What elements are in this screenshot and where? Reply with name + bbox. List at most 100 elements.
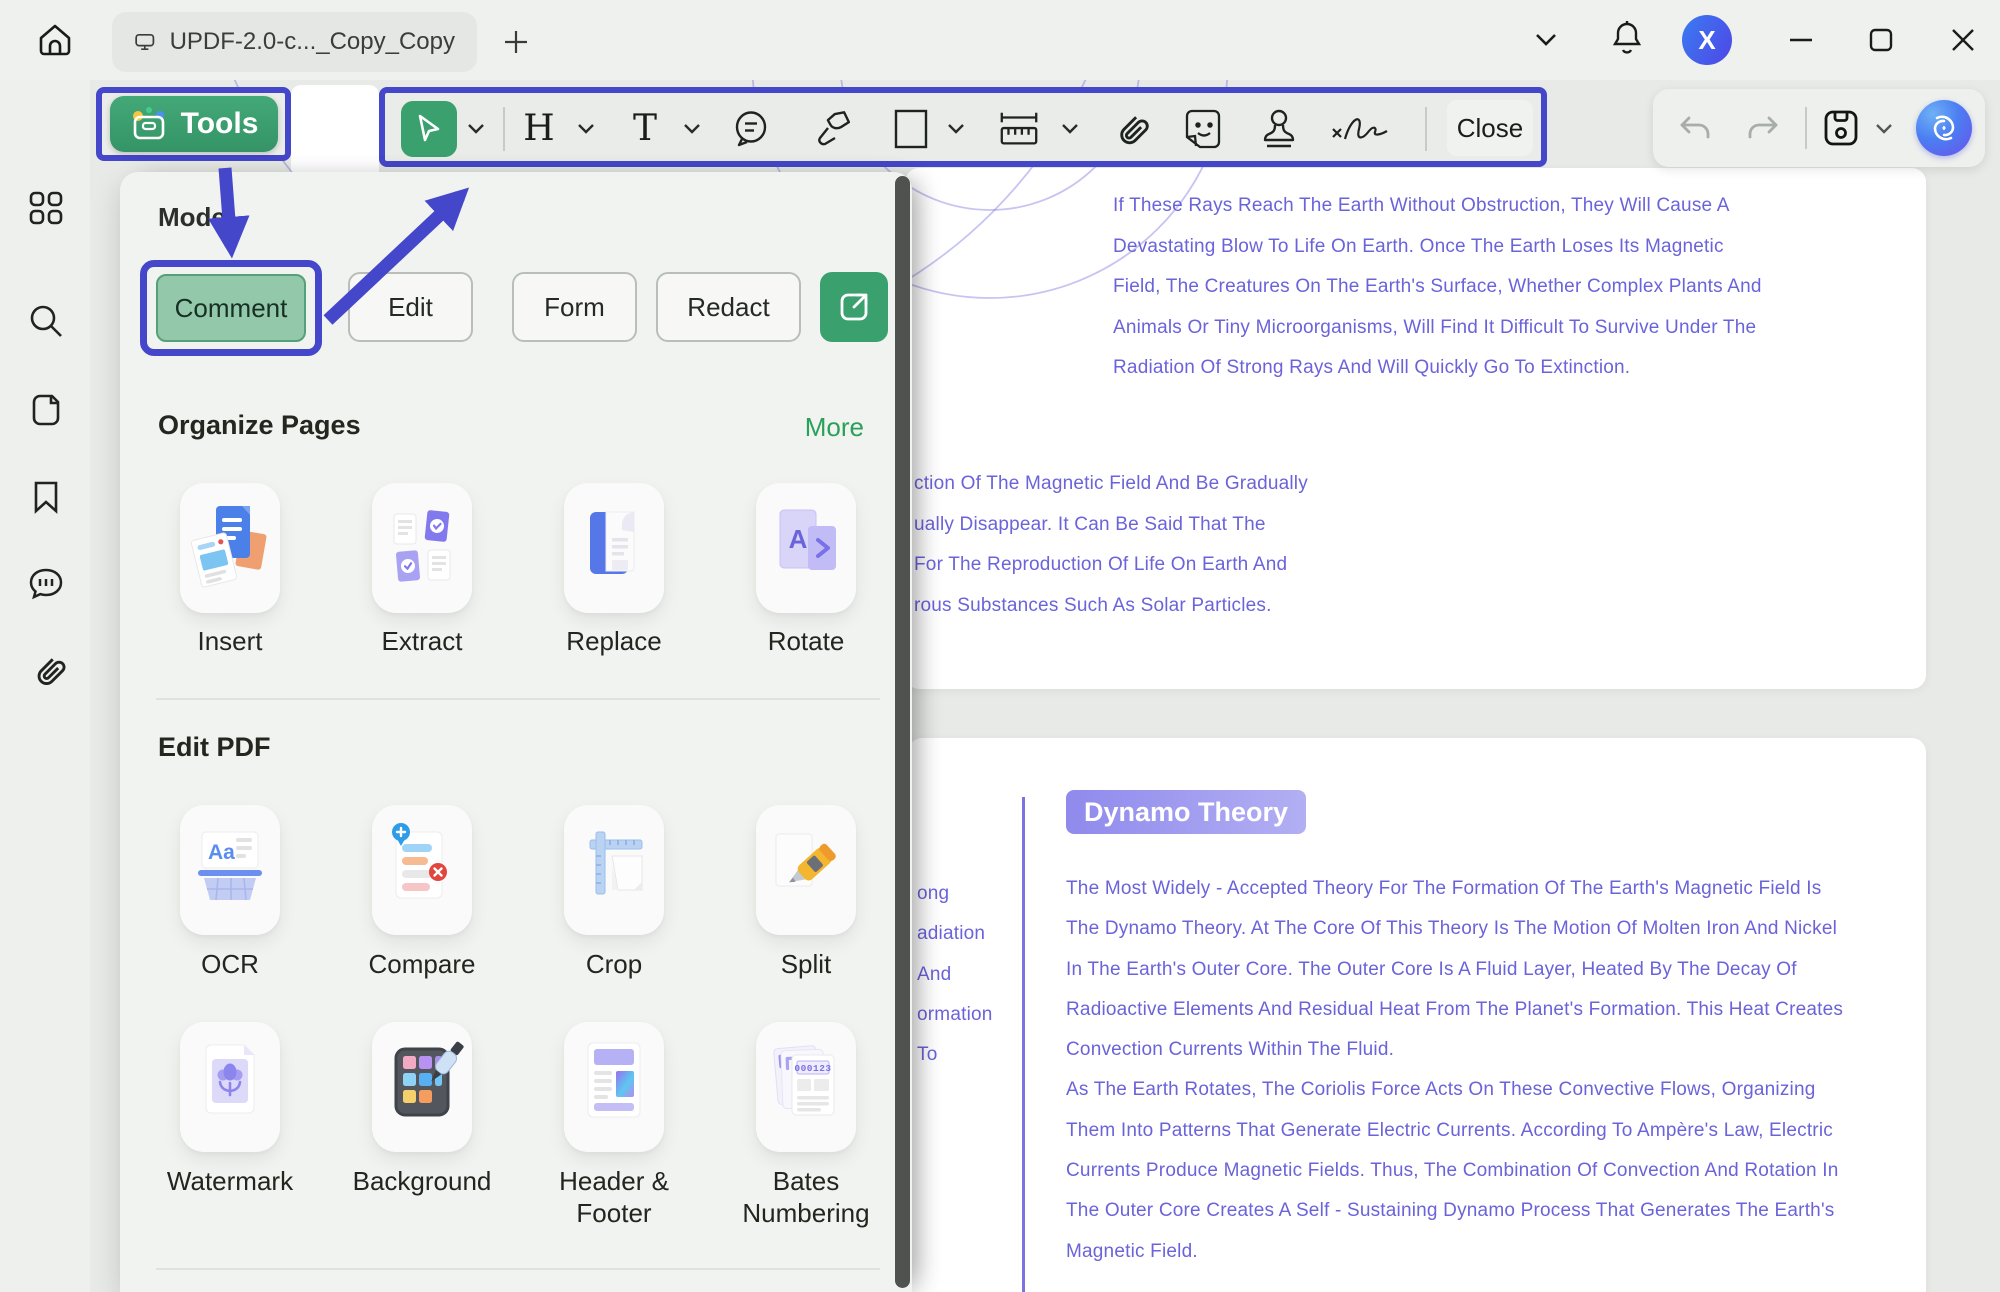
panel-section-divider bbox=[156, 698, 880, 700]
thumbnails-grid-icon[interactable] bbox=[23, 185, 69, 231]
signature-icon bbox=[1329, 107, 1393, 151]
minimize-icon bbox=[1787, 28, 1815, 52]
background-tile[interactable] bbox=[372, 1022, 472, 1152]
compare-icon bbox=[380, 820, 464, 920]
window-close-button[interactable] bbox=[1948, 26, 1978, 54]
pencil-marker-tool[interactable] bbox=[809, 107, 853, 151]
text-tool-chevron-icon[interactable] bbox=[683, 123, 701, 135]
text-comment-tool[interactable]: T bbox=[623, 107, 667, 151]
tabs-dropdown-button[interactable] bbox=[1532, 28, 1560, 52]
attachment-paperclip-icon[interactable] bbox=[23, 650, 69, 696]
home-icon bbox=[33, 18, 77, 62]
split-tile[interactable] bbox=[756, 805, 856, 935]
redo-button[interactable] bbox=[1743, 108, 1783, 148]
save-button[interactable] bbox=[1821, 108, 1861, 148]
replace-pages-tile[interactable] bbox=[564, 483, 664, 613]
mode-comment-label: Comment bbox=[175, 293, 288, 324]
ai-assistant-button[interactable] bbox=[1916, 100, 1972, 156]
bookmark-icon[interactable] bbox=[23, 474, 69, 520]
watermark-tile[interactable] bbox=[180, 1022, 280, 1152]
crop-tile[interactable] bbox=[564, 805, 664, 935]
page2-line: Magnetic Field. bbox=[1066, 1232, 1876, 1272]
maximize-icon bbox=[1867, 26, 1895, 54]
page2-clipped-column: ong adiation And ormation To bbox=[917, 874, 1037, 1075]
cursor-arrow-icon bbox=[414, 113, 444, 145]
page1-line: Field, The Creatures On The Earth's Surf… bbox=[1113, 267, 1893, 308]
background-label: Background bbox=[327, 1165, 517, 1197]
highlight-tool-chevron-icon[interactable] bbox=[577, 123, 595, 135]
page1-clipped-paragraph: ction Of The Magnetic Field And Be Gradu… bbox=[914, 464, 1614, 626]
mode-comment-button[interactable]: Comment bbox=[156, 274, 306, 342]
replace-icon bbox=[572, 498, 656, 598]
page1-line: Radiation Of Strong Rays And Will Quickl… bbox=[1113, 348, 1893, 389]
toolbar-divider bbox=[1425, 107, 1427, 151]
share-export-icon bbox=[837, 290, 871, 324]
mode-form-label: Form bbox=[544, 292, 605, 323]
header-footer-tile[interactable] bbox=[564, 1022, 664, 1152]
comments-bubble-icon[interactable] bbox=[23, 561, 69, 607]
mode-edit-button[interactable]: Edit bbox=[348, 272, 473, 342]
comment-mode-highlight-box: Comment bbox=[140, 260, 322, 356]
rotate-pages-tile[interactable]: A bbox=[756, 483, 856, 613]
save-floppy-icon bbox=[1821, 107, 1861, 149]
window-minimize-button[interactable] bbox=[1786, 28, 1816, 52]
tools-button-label: Tools bbox=[181, 107, 259, 141]
page2-line: Radioactive Elements And Residual Heat F… bbox=[1066, 990, 1876, 1030]
tools-highlight-box: Tools bbox=[96, 87, 291, 161]
quick-actions-toolbar bbox=[1653, 89, 1985, 167]
measure-tool[interactable] bbox=[997, 107, 1041, 151]
tools-button[interactable]: Tools bbox=[110, 96, 278, 152]
mini-toolbar-divider bbox=[1805, 107, 1807, 149]
cursor-tool-chevron-icon[interactable] bbox=[467, 123, 485, 135]
page2-clipped-line: ormation bbox=[917, 995, 1037, 1035]
select-cursor-tool[interactable] bbox=[401, 101, 457, 157]
panel-scrollbar-thumb[interactable] bbox=[895, 176, 910, 1288]
sticky-note-tool[interactable] bbox=[729, 107, 773, 151]
extract-pages-tile[interactable] bbox=[372, 483, 472, 613]
header-footer-label: Header & Footer bbox=[519, 1165, 709, 1229]
rectangle-shape-tool[interactable] bbox=[889, 107, 933, 151]
ocr-tile[interactable]: Aa bbox=[180, 805, 280, 935]
open-in-new-window-button[interactable] bbox=[820, 272, 888, 342]
close-toolbar-button[interactable]: Close bbox=[1447, 100, 1533, 156]
attach-file-tool[interactable] bbox=[1107, 107, 1151, 151]
background-icon bbox=[380, 1037, 464, 1137]
page2-line: Currents Produce Magnetic Fields. Thus, … bbox=[1066, 1151, 1876, 1191]
window-maximize-button[interactable] bbox=[1866, 26, 1896, 54]
crop-label: Crop bbox=[519, 948, 709, 980]
stamp-tool[interactable] bbox=[1257, 107, 1301, 151]
notifications-button[interactable] bbox=[1610, 18, 1644, 60]
highlight-text-tool[interactable]: H bbox=[517, 107, 561, 151]
measure-tool-chevron-icon[interactable] bbox=[1061, 123, 1079, 135]
page2-clipped-line: To bbox=[917, 1035, 1037, 1075]
home-button[interactable] bbox=[30, 16, 80, 64]
ocr-label: OCR bbox=[135, 948, 325, 980]
page2-clipped-line: And bbox=[917, 955, 1037, 995]
insert-pages-tile[interactable] bbox=[180, 483, 280, 613]
new-tab-button[interactable] bbox=[498, 26, 534, 58]
signature-tool[interactable] bbox=[1329, 107, 1393, 151]
search-icon[interactable] bbox=[23, 298, 69, 344]
save-options-chevron-icon[interactable] bbox=[1875, 123, 1893, 135]
pages-document-icon[interactable] bbox=[23, 387, 69, 433]
header-footer-icon bbox=[572, 1037, 656, 1137]
sticker-tool[interactable] bbox=[1181, 107, 1225, 151]
extract-label: Extract bbox=[327, 625, 517, 657]
page1-line: Devastating Blow To Life On Earth. Once … bbox=[1113, 227, 1893, 268]
undo-button[interactable] bbox=[1675, 108, 1715, 148]
account-avatar[interactable]: X bbox=[1682, 15, 1732, 65]
page1-line: If These Rays Reach The Earth Without Ob… bbox=[1113, 186, 1893, 227]
stamp-icon bbox=[1258, 107, 1300, 151]
highlight-h-glyph: H bbox=[523, 111, 554, 147]
split-icon bbox=[764, 820, 848, 920]
bates-numbering-tile[interactable]: 000123 bbox=[756, 1022, 856, 1152]
mode-redact-button[interactable]: Redact bbox=[656, 272, 801, 342]
undo-icon bbox=[1677, 112, 1713, 144]
ruler-icon bbox=[997, 108, 1041, 150]
mode-form-button[interactable]: Form bbox=[512, 272, 637, 342]
shape-tool-chevron-icon[interactable] bbox=[947, 123, 965, 135]
watermark-label: Watermark bbox=[135, 1165, 325, 1197]
compare-tile[interactable] bbox=[372, 805, 472, 935]
document-tab[interactable]: UPDF-2.0-c..._Copy_Copy bbox=[112, 12, 477, 72]
organize-pages-more-link[interactable]: More bbox=[805, 412, 864, 443]
